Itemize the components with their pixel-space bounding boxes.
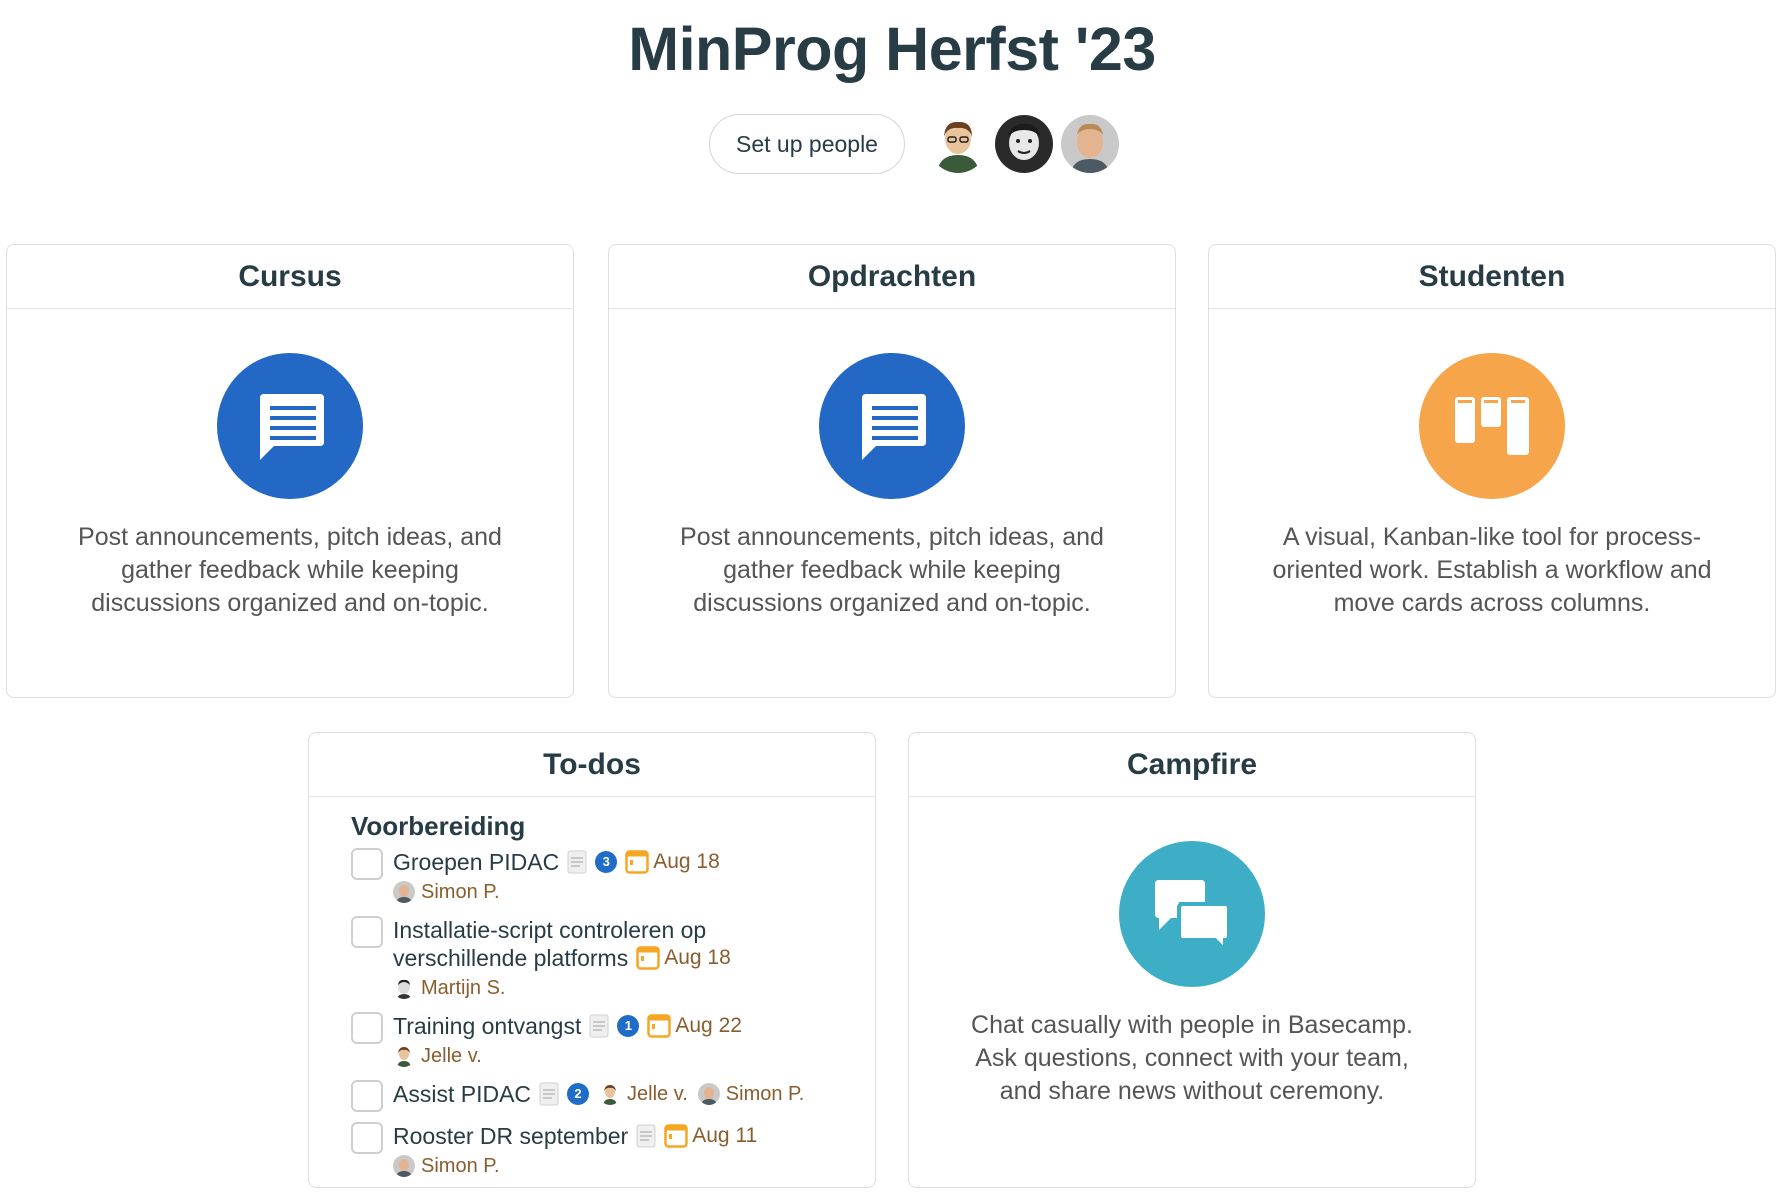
card-description: Post announcements, pitch ideas, and gat…	[78, 523, 502, 617]
due-date: Aug 18	[664, 946, 731, 969]
todo-title-continued[interactable]: verschillende platforms	[393, 944, 628, 972]
todo-title[interactable]: Training ontvangst	[393, 1012, 581, 1040]
notes-icon	[589, 1014, 609, 1038]
assignee-name: Jelle v.	[421, 1045, 482, 1067]
todo-title[interactable]: Rooster DR september	[393, 1122, 628, 1150]
notes-icon	[539, 1082, 559, 1106]
todo-title[interactable]: Groepen PIDAC	[393, 848, 559, 876]
assignee-name: Jelle v.	[627, 1083, 688, 1105]
calendar-icon	[647, 1014, 672, 1038]
notes-icon	[567, 850, 587, 874]
page-title[interactable]: MinProg Herfst '23	[0, 14, 1784, 84]
calendar-icon	[636, 946, 660, 970]
comment-count-badge: 2	[567, 1083, 590, 1105]
avatar-person-2[interactable]	[994, 115, 1053, 173]
calendar-icon	[625, 850, 649, 874]
due-date: Aug 22	[675, 1014, 742, 1037]
todo-checkbox[interactable]	[351, 848, 383, 880]
calendar-icon	[664, 1124, 688, 1148]
card-description: Post announcements, pitch ideas, and gat…	[680, 523, 1104, 617]
assignee[interactable]: Simon P.	[393, 878, 720, 906]
avatar	[599, 1083, 622, 1105]
set-up-people-button[interactable]: Set up people	[709, 114, 905, 174]
card-description: Chat casually with people in Basecamp. A…	[971, 1011, 1413, 1105]
people-row: Set up people	[0, 114, 1784, 174]
card-table-icon	[1419, 353, 1565, 499]
avatar	[393, 977, 415, 999]
comment-count-badge: 3	[595, 851, 618, 873]
due-date: Aug 18	[653, 850, 720, 873]
card-description: A visual, Kanban-like tool for process-o…	[1272, 523, 1712, 617]
assignee[interactable]: Jelle v.	[393, 1042, 742, 1070]
avatar	[393, 1045, 415, 1067]
avatar-person-3[interactable]	[1060, 115, 1119, 173]
avatar	[697, 1083, 720, 1105]
todo-checkbox[interactable]	[351, 1122, 383, 1154]
card-campfire[interactable]: Campfire Chat casually with people in Ba…	[908, 732, 1476, 1188]
message-board-icon	[217, 353, 363, 499]
chat-bubbles-icon	[1119, 841, 1265, 987]
todo-item: Rooster DR september Aug 11 Simon P.	[351, 1122, 875, 1180]
todo-title[interactable]: Assist PIDAC	[393, 1080, 531, 1108]
assignee-name: Martijn S.	[421, 977, 506, 999]
due-date: Aug 11	[692, 1124, 758, 1147]
todo-item: Installatie-script controleren op versch…	[351, 916, 875, 1002]
todo-item: Training ontvangst 1 Aug 22 Jelle v.	[351, 1012, 875, 1070]
assignee[interactable]: Jelle v.	[599, 1080, 688, 1108]
avatar-person-1[interactable]	[928, 115, 987, 173]
todo-title[interactable]: Installatie-script controleren op	[393, 916, 731, 944]
avatar	[393, 1155, 415, 1177]
comment-count-badge: 1	[617, 1015, 640, 1037]
todo-list: Voorbereiding Groepen PIDAC 3 Aug 18 Sim…	[309, 797, 875, 1180]
todo-checkbox[interactable]	[351, 916, 383, 948]
todo-checkbox[interactable]	[351, 1080, 383, 1112]
todo-item: Groepen PIDAC 3 Aug 18 Simon P.	[351, 848, 875, 906]
assignee[interactable]: Simon P.	[697, 1080, 805, 1108]
assignee[interactable]: Martijn S.	[393, 974, 731, 1002]
assignee[interactable]: Simon P.	[393, 1152, 757, 1180]
assignee-name: Simon P.	[725, 1083, 805, 1105]
card-title[interactable]: Cursus	[7, 245, 573, 309]
assignee-name: Simon P.	[421, 1155, 500, 1177]
notes-icon	[636, 1124, 656, 1148]
card-title[interactable]: Campfire	[909, 733, 1475, 797]
message-board-icon	[819, 353, 965, 499]
card-title[interactable]: Studenten	[1209, 245, 1775, 309]
card-cursus[interactable]: Cursus Post announcements, pitch ideas, …	[6, 244, 574, 698]
card-opdrachten[interactable]: Opdrachten Post announcements, pitch ide…	[608, 244, 1176, 698]
todo-group-title[interactable]: Voorbereiding	[351, 811, 875, 842]
card-title[interactable]: To-dos	[309, 733, 875, 797]
card-title[interactable]: Opdrachten	[609, 245, 1175, 309]
avatar	[393, 881, 415, 903]
card-studenten[interactable]: Studenten A visual, Kanban-like tool for…	[1208, 244, 1776, 698]
todo-item: Assist PIDAC 2 Jelle v. Simon P.	[351, 1080, 875, 1112]
card-todos[interactable]: To-dos Voorbereiding Groepen PIDAC 3 Aug…	[308, 732, 876, 1188]
assignee-name: Simon P.	[421, 881, 500, 903]
todo-checkbox[interactable]	[351, 1012, 383, 1044]
